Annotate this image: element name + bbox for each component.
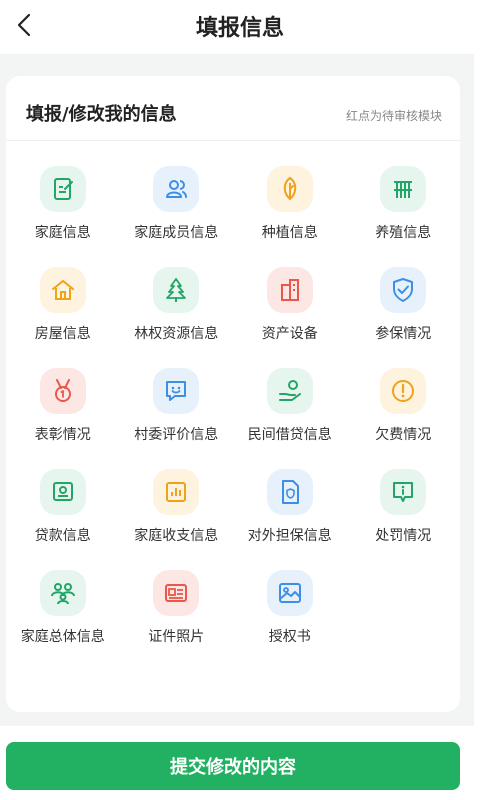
- module-planting[interactable]: 种植信息: [233, 166, 347, 267]
- hand-coin-icon: [266, 368, 313, 414]
- module-label: 家庭收支信息: [134, 528, 219, 544]
- shield-check-icon: [380, 267, 427, 313]
- module-assets[interactable]: 资产设备: [233, 267, 347, 368]
- module-income-expense[interactable]: 家庭收支信息: [120, 469, 234, 570]
- module-label: 房屋信息: [34, 326, 91, 342]
- module-label: 民间借贷信息: [247, 427, 332, 443]
- document-shield-icon: [266, 469, 313, 515]
- bar-chart-icon: [153, 469, 200, 515]
- card-title: 填报/修改我的信息: [26, 104, 177, 125]
- module-label: 授权书: [268, 629, 311, 645]
- module-private-lending[interactable]: 民间借贷信息: [233, 368, 347, 469]
- module-family-info[interactable]: 家庭信息: [6, 166, 120, 267]
- module-breeding[interactable]: 养殖信息: [347, 166, 461, 267]
- pending-review-note: 红点为待审核模块: [345, 109, 442, 123]
- module-awards[interactable]: 表彰情况: [6, 368, 120, 469]
- module-label: 证件照片: [148, 629, 205, 645]
- leaf-icon: [266, 166, 313, 212]
- module-label: 资产设备: [261, 326, 318, 342]
- module-label: 家庭成员信息: [134, 225, 219, 241]
- module-penalties[interactable]: 处罚情况: [347, 469, 461, 570]
- module-label: 林权资源信息: [134, 326, 219, 342]
- module-external-guarantee[interactable]: 对外担保信息: [233, 469, 347, 570]
- module-forest-rights[interactable]: 林权资源信息: [120, 267, 234, 368]
- footer-bar: 提交修改的内容: [0, 726, 480, 800]
- module-label: 种植信息: [261, 225, 318, 241]
- users-icon: [153, 166, 200, 212]
- module-label: 表彰情况: [34, 427, 91, 443]
- module-label: 贷款信息: [34, 528, 91, 544]
- chat-smile-icon: [153, 368, 200, 414]
- module-arrears[interactable]: 欠费情况: [347, 368, 461, 469]
- fence-icon: [380, 166, 427, 212]
- module-label: 家庭总体信息: [20, 629, 105, 645]
- tree-icon: [153, 267, 200, 313]
- module-loans[interactable]: 贷款信息: [6, 469, 120, 570]
- header-bar: 填报信息: [0, 0, 480, 50]
- safe-icon: [39, 469, 86, 515]
- module-family-members[interactable]: 家庭成员信息: [120, 166, 234, 267]
- main-content: 填报/修改我的信息 红点为待审核模块 家庭信息 家庭成员信息 种植信息 养殖信息…: [0, 54, 474, 726]
- module-label: 养殖信息: [375, 225, 432, 241]
- module-grid: 家庭信息 家庭成员信息 种植信息 养殖信息 房屋信息 林权资源信息 资产设备 参…: [6, 166, 460, 671]
- module-village-evaluation[interactable]: 村委评价信息: [120, 368, 234, 469]
- image-icon: [266, 570, 313, 616]
- info-message-icon: [380, 469, 427, 515]
- module-housing[interactable]: 房屋信息: [6, 267, 120, 368]
- house-icon: [39, 267, 86, 313]
- module-family-overall[interactable]: 家庭总体信息: [6, 570, 120, 671]
- edit-document-icon: [39, 166, 86, 212]
- module-id-photos[interactable]: 证件照片: [120, 570, 234, 671]
- module-label: 村委评价信息: [134, 427, 219, 443]
- module-label: 家庭信息: [34, 225, 91, 241]
- module-label: 欠费情况: [375, 427, 432, 443]
- module-authorization[interactable]: 授权书: [233, 570, 347, 671]
- id-card-icon: [153, 570, 200, 616]
- module-insurance[interactable]: 参保情况: [347, 267, 461, 368]
- info-card: 填报/修改我的信息 红点为待审核模块 家庭信息 家庭成员信息 种植信息 养殖信息…: [6, 76, 460, 712]
- group-icon: [39, 570, 86, 616]
- building-icon: [266, 267, 313, 313]
- card-header: 填报/修改我的信息 红点为待审核模块: [6, 76, 460, 141]
- submit-changes-button[interactable]: 提交修改的内容: [6, 742, 460, 790]
- module-label: 参保情况: [375, 326, 432, 342]
- alert-circle-icon: [380, 368, 427, 414]
- module-label: 对外担保信息: [247, 528, 332, 544]
- page-title: 填报信息: [195, 16, 284, 41]
- module-label: 处罚情况: [375, 528, 432, 544]
- medal-icon: [39, 368, 86, 414]
